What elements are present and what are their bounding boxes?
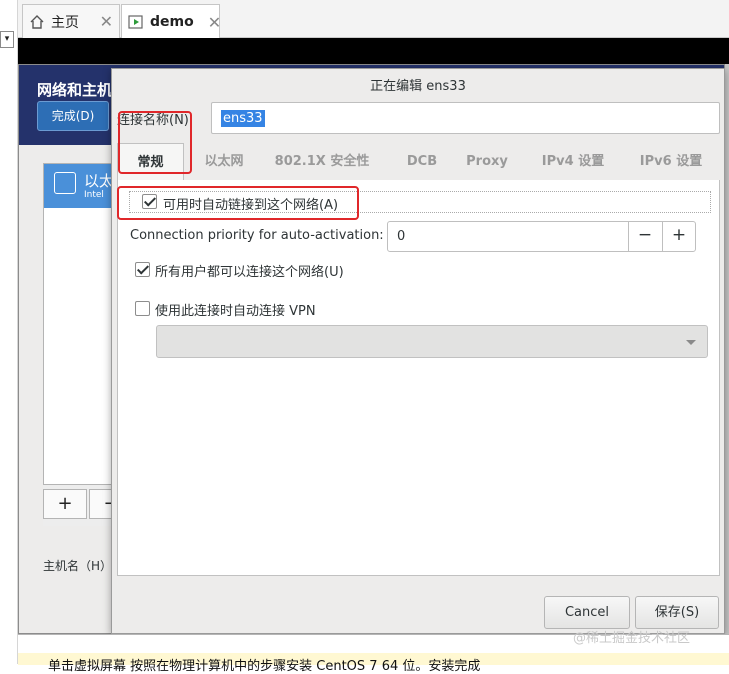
- close-icon[interactable]: ✕: [194, 13, 221, 32]
- vm-screen-edge: [725, 64, 729, 634]
- host-dropdown[interactable]: ▾: [0, 31, 14, 48]
- tab-ipv6-settings[interactable]: IPv6 设置: [629, 143, 713, 181]
- save-button[interactable]: 保存(S): [635, 596, 719, 629]
- vm-screen-top: [18, 38, 729, 64]
- status-hint: 单击虚拟屏幕 按照在物理计算机中的步骤安装 CentOS 7 64 位。安装完成: [48, 659, 481, 674]
- host-tab-home[interactable]: 主页 ✕: [22, 4, 120, 38]
- host-tab-demo[interactable]: demo ✕: [121, 4, 221, 39]
- tab-ipv4-settings[interactable]: IPv4 设置: [531, 143, 615, 181]
- tab-dcb[interactable]: DCB: [397, 143, 447, 181]
- device-description: Intel: [84, 190, 104, 200]
- connection-name-value: ens33: [221, 110, 265, 127]
- dialog-title: 正在编辑 ens33: [370, 79, 466, 94]
- done-button[interactable]: 完成(D): [37, 101, 109, 131]
- all-users-label: 所有用户都可以连接这个网络(U): [155, 265, 344, 280]
- add-device-button[interactable]: +: [43, 489, 87, 519]
- connection-name-input[interactable]: ens33: [211, 102, 720, 134]
- chevron-down-icon: [686, 340, 696, 345]
- watermark: @稀土掘金技术社区: [573, 631, 691, 646]
- host-left-panel: ▾: [0, 0, 18, 664]
- connection-name-label: 连接名称(N): [117, 113, 189, 128]
- priority-label: Connection priority for auto-activation:: [130, 228, 384, 243]
- priority-increment-button[interactable]: +: [662, 222, 695, 251]
- tab-ethernet[interactable]: 以太网: [193, 143, 255, 181]
- hostname-label: 主机名（H）: [43, 559, 113, 573]
- priority-spinner[interactable]: 0 − +: [387, 221, 696, 252]
- tab-general[interactable]: 常规: [117, 143, 184, 181]
- vm-icon: [128, 14, 144, 30]
- host-tab-label: demo: [150, 14, 194, 30]
- settings-tabs: 常规 以太网 802.1X 安全性 DCB Proxy IPv4 设置 IPv6…: [117, 143, 720, 181]
- host-tab-bar: 主页 ✕ demo ✕: [18, 0, 729, 39]
- auto-connect-row[interactable]: 可用时自动链接到这个网络(A): [129, 191, 711, 213]
- host-tab-label: 主页: [51, 14, 79, 31]
- tab-proxy[interactable]: Proxy: [459, 143, 515, 181]
- edit-connection-dialog: 正在编辑 ens33 连接名称(N) ens33 常规 以太网 802.1X 安…: [111, 68, 725, 634]
- general-settings-panel: 可用时自动链接到这个网络(A) Connection priority for …: [117, 180, 720, 576]
- vpn-select[interactable]: [156, 325, 708, 358]
- auto-vpn-checkbox[interactable]: [135, 301, 150, 316]
- auto-connect-label: 可用时自动链接到这个网络(A): [163, 198, 339, 213]
- auto-vpn-label: 使用此连接时自动连接 VPN: [155, 304, 316, 319]
- cancel-button[interactable]: Cancel: [544, 596, 630, 629]
- close-icon[interactable]: ✕: [86, 12, 113, 31]
- priority-decrement-button[interactable]: −: [628, 222, 661, 251]
- home-icon: [29, 14, 45, 30]
- all-users-checkbox[interactable]: [135, 262, 150, 277]
- tab-8021x-security[interactable]: 802.1X 安全性: [267, 143, 377, 181]
- network-device-icon: [54, 172, 76, 194]
- auto-connect-checkbox[interactable]: [142, 194, 157, 209]
- priority-value: 0: [397, 229, 406, 244]
